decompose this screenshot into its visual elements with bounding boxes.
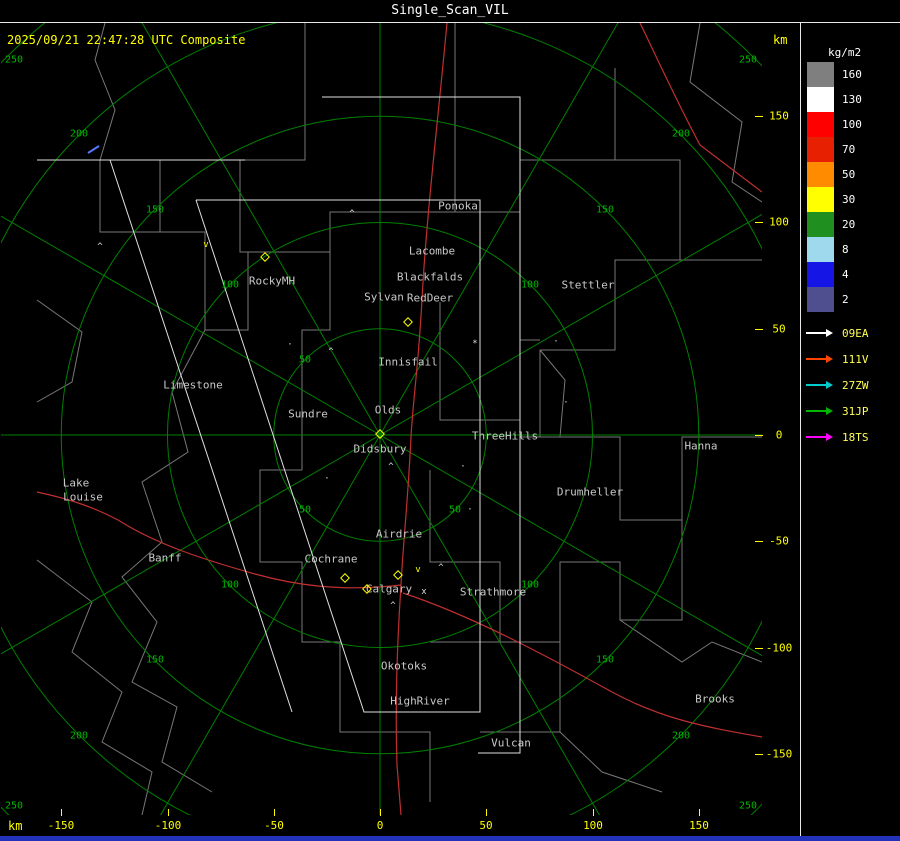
station-arrowhead-icon [826, 355, 837, 363]
vil-colorbar: 160 130 100 70 50 30 20 8 4 2 [807, 62, 862, 312]
colorbar-entry: 160 [807, 62, 862, 87]
colorbar-swatch [807, 287, 834, 312]
water-feature [87, 145, 100, 154]
colorbar-swatch [807, 237, 834, 262]
range-ring [1, 23, 762, 815]
scan-timestamp: 2025/09/21 22:47:28 UTC Composite [7, 33, 246, 47]
azimuth-line [1, 434, 381, 655]
station-arrowhead-icon [826, 381, 837, 389]
colorbar-entry: 4 [807, 262, 862, 287]
colorbar-swatch [807, 212, 834, 237]
radar-map-canvas[interactable] [0, 0, 900, 841]
station-arrowhead-icon [826, 433, 837, 441]
colorbar-value: 70 [842, 143, 856, 156]
station-legend-item: 31JP [806, 398, 869, 424]
station-arrowhead-icon [826, 407, 837, 415]
station-id-label: 18TS [842, 430, 869, 444]
colorbar-swatch [807, 137, 834, 162]
station-legend: 09EA 111V 27ZW 31JP 18TS [806, 320, 869, 450]
colorbar-swatch [807, 162, 834, 187]
colorbar-entry: 130 [807, 87, 862, 112]
colorbar-value: 160 [842, 68, 862, 81]
title-divider [0, 22, 900, 23]
station-arrow-icon [806, 410, 826, 412]
colorbar-value: 130 [842, 93, 862, 106]
colorbar-entry: 100 [807, 112, 862, 137]
colorbar-entry: 8 [807, 237, 862, 262]
colorbar-entry: 50 [807, 162, 862, 187]
colorbar-value: 8 [842, 243, 849, 256]
azimuth-line [1, 215, 381, 436]
station-id-label: 31JP [842, 404, 869, 418]
station-arrow-icon [806, 384, 826, 386]
colorbar-swatch [807, 112, 834, 137]
colorbar-value: 100 [842, 118, 862, 131]
radar-app-window: Single_Scan_VIL Ponoka Lacombe Blackfalds S… [0, 0, 900, 841]
station-id-label: 111V [842, 352, 869, 366]
colorbar-value: 4 [842, 268, 849, 281]
colorbar-entry: 2 [807, 287, 862, 312]
colorbar-entry: 30 [807, 187, 862, 212]
right-axis-unit-label: km [773, 33, 788, 47]
colorbar-value: 2 [842, 293, 849, 306]
azimuth-line [141, 23, 381, 436]
azimuth-line [379, 434, 600, 815]
colorbar-swatch [807, 262, 834, 287]
colorbar-swatch [807, 87, 834, 112]
station-arrowhead-icon [826, 329, 837, 337]
bottom-window-edge [0, 836, 900, 841]
colorbar-entry: 70 [807, 137, 862, 162]
azimuth-line [160, 434, 381, 815]
highway-lines [36, 23, 762, 815]
station-id-label: 09EA [842, 326, 869, 340]
station-arrow-icon [806, 358, 826, 360]
colorbar-entry: 20 [807, 212, 862, 237]
window-title: Single_Scan_VIL [391, 3, 509, 18]
colorbar-swatch [807, 62, 834, 87]
station-arrow-icon [806, 332, 826, 334]
colorbar-unit-label: kg/m2 [828, 46, 862, 59]
county-boundaries [36, 23, 762, 815]
station-legend-item: 111V [806, 346, 869, 372]
colorbar-value: 50 [842, 168, 856, 181]
azimuth-line [379, 23, 619, 436]
radar-sector-outline [37, 96, 521, 754]
bottom-axis-unit-label: km [8, 819, 23, 833]
station-arrow-icon [806, 436, 826, 438]
colorbar-swatch [807, 187, 834, 212]
station-legend-item: 09EA [806, 320, 869, 346]
colorbar-value: 30 [842, 193, 856, 206]
station-id-label: 27ZW [842, 378, 869, 392]
colorbar-value: 20 [842, 218, 856, 231]
station-legend-item: 18TS [806, 424, 869, 450]
station-legend-item: 27ZW [806, 372, 869, 398]
legend-panel-divider [800, 22, 801, 836]
